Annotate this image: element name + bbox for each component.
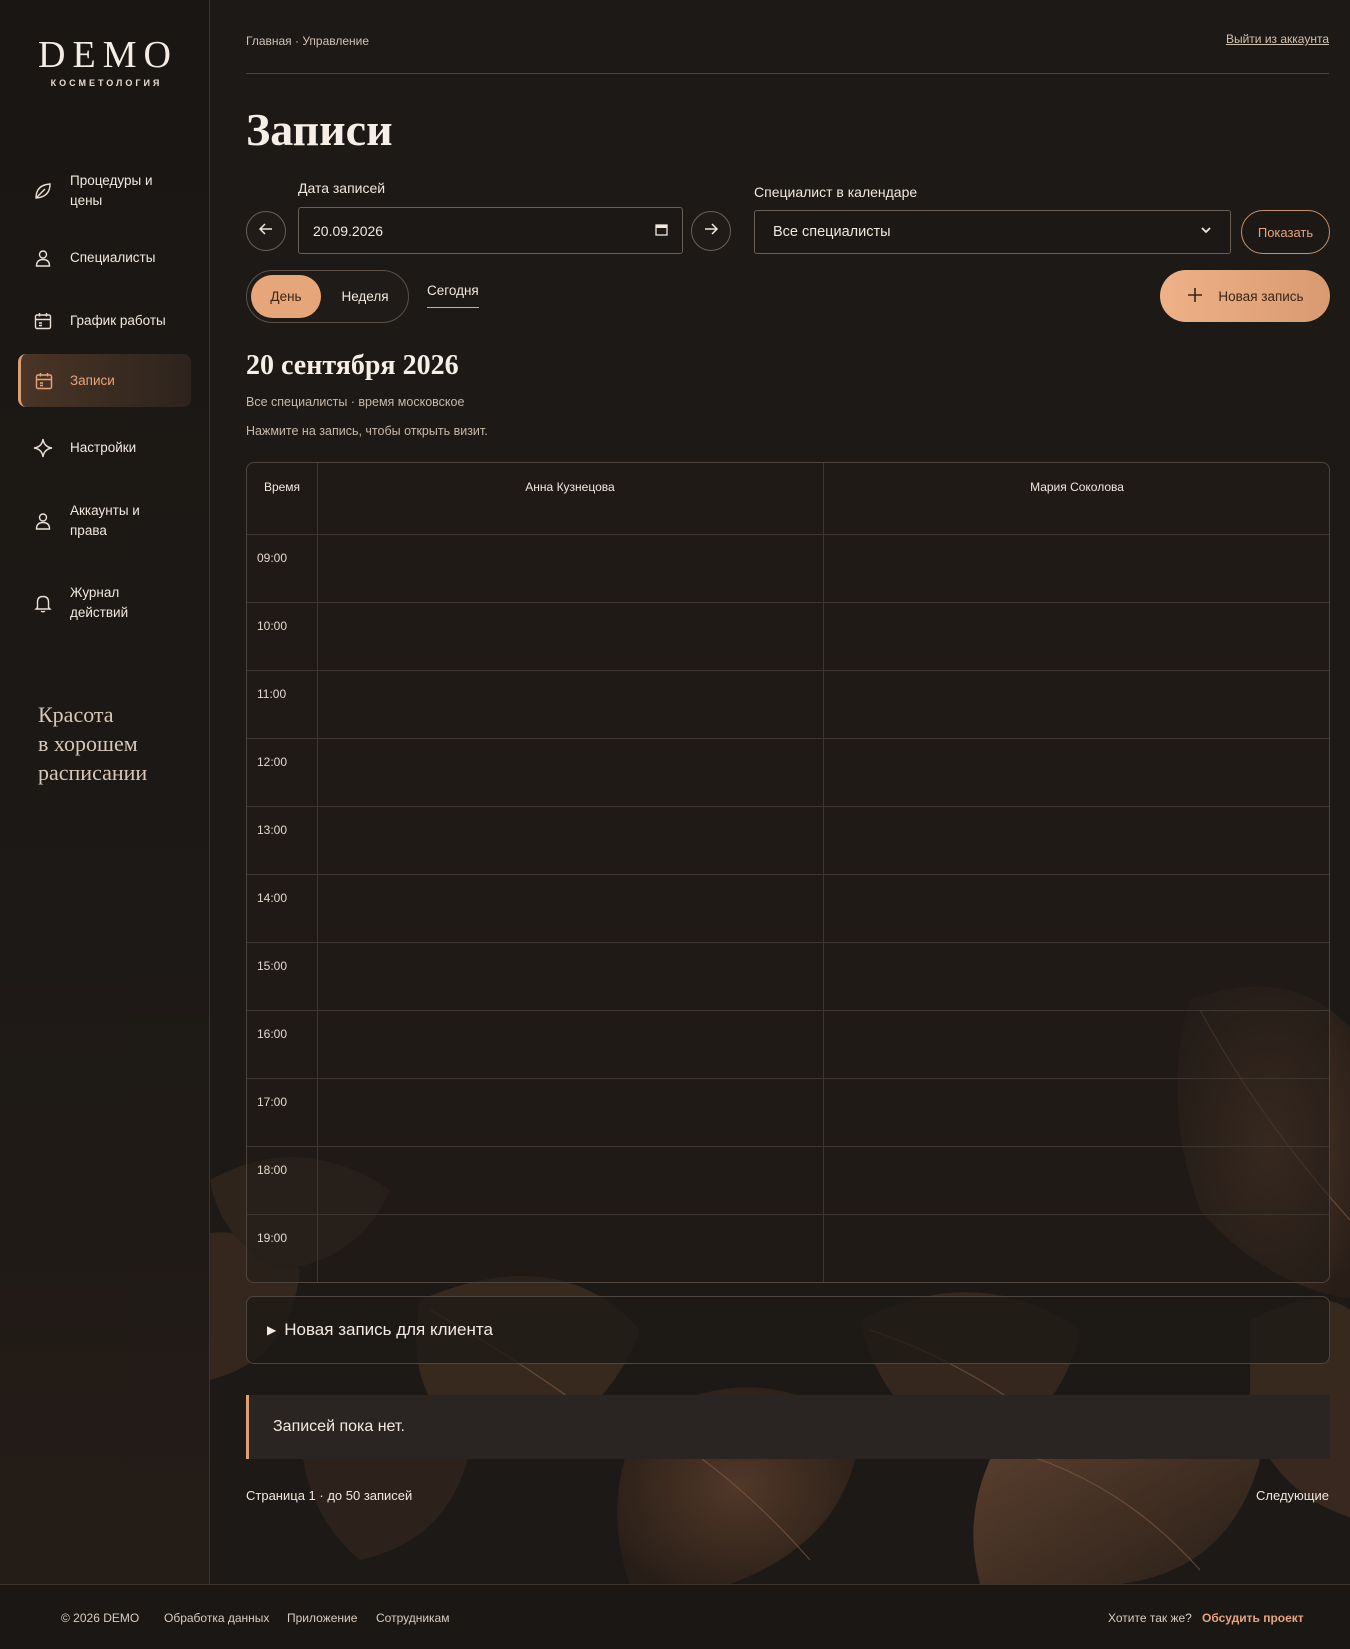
- sidebar-tagline: Красота в хорошем расписании: [38, 700, 147, 787]
- date-input[interactable]: 20.09.2026: [298, 207, 683, 254]
- prev-day-button[interactable]: [246, 211, 286, 251]
- sidebar-item-activity-log[interactable]: Журнал действий: [18, 572, 191, 634]
- time-slot-row[interactable]: 19:00: [247, 1214, 1329, 1282]
- sidebar-item-procedures[interactable]: Процедуры и цены: [18, 160, 191, 222]
- new-appointment-button[interactable]: Новая запись: [1160, 270, 1330, 322]
- time-slot-label: 17:00: [257, 1095, 288, 1109]
- sidebar-item-label: Специалисты: [70, 250, 156, 265]
- logo[interactable]: DEMO косметология: [0, 34, 210, 88]
- sidebar-item-label: Записи: [70, 372, 115, 388]
- sidebar-item-label: Аккаунты и права: [70, 503, 140, 538]
- time-slot-label: 16:00: [257, 1027, 288, 1041]
- time-slot-row[interactable]: 12:00: [247, 738, 1329, 806]
- time-slot-row[interactable]: 18:00: [247, 1146, 1329, 1214]
- logo-title: DEMO: [38, 34, 178, 76]
- view-day-button[interactable]: День: [251, 275, 321, 318]
- arrow-left-icon: [257, 220, 275, 243]
- user-icon: [32, 510, 54, 532]
- specialist-select[interactable]: Все специалисты: [754, 210, 1231, 254]
- time-slot-label: 12:00: [257, 755, 288, 769]
- breadcrumb[interactable]: Главная · Управление: [246, 34, 369, 48]
- triangle-right-icon: ▶: [267, 1323, 277, 1337]
- user-icon: [32, 247, 54, 269]
- footer-question: Хотите так же?: [1108, 1611, 1192, 1625]
- time-slot-row[interactable]: 10:00: [247, 602, 1329, 670]
- footer-cta-link[interactable]: Обсудить проект: [1202, 1611, 1304, 1625]
- sidebar-item-settings[interactable]: Настройки: [18, 428, 191, 468]
- footer-link-staff[interactable]: Сотрудникам: [376, 1611, 449, 1625]
- logo-subtitle: косметология: [50, 78, 163, 88]
- bell-icon: [32, 592, 54, 614]
- time-slot-row[interactable]: 17:00: [247, 1078, 1329, 1146]
- arrow-right-icon: [702, 220, 720, 243]
- specialist-label: Специалист в календаре: [754, 184, 918, 200]
- chevron-down-icon: [1200, 224, 1212, 240]
- tagline-line: расписании: [38, 760, 148, 785]
- schedule-date-heading: 20 сентября 2026: [246, 350, 459, 381]
- sidebar-item-label: График работы: [70, 313, 166, 328]
- time-slot-label: 19:00: [257, 1231, 288, 1245]
- footer: © 2026 DEMO Обработка данных Приложение …: [0, 1584, 1350, 1649]
- calendar-icon: [32, 310, 54, 332]
- new-client-appointment-toggle[interactable]: ▶ Новая запись для клиента: [246, 1296, 1330, 1364]
- plus-icon: [1186, 286, 1204, 307]
- time-column-header: Время: [263, 480, 301, 494]
- footer-link-app[interactable]: Приложение: [287, 1611, 357, 1625]
- leaf-icon: [32, 180, 54, 202]
- schedule-hint: Нажмите на запись, чтобы открыть визит.: [246, 424, 488, 438]
- next-day-button[interactable]: [691, 211, 731, 251]
- logout-link[interactable]: Выйти из аккаунта: [1226, 32, 1329, 46]
- tagline-line: Красота: [38, 702, 114, 727]
- time-slot-label: 13:00: [257, 823, 288, 837]
- specialist-column-header: Анна Кузнецова: [525, 480, 615, 494]
- pagination-info: Страница 1 · до 50 записей: [246, 1488, 413, 1503]
- time-slot-row[interactable]: 13:00: [247, 806, 1329, 874]
- sidebar-item-label: Журнал действий: [70, 585, 129, 620]
- calendar-picker-icon[interactable]: [655, 223, 668, 239]
- view-week-button[interactable]: Неделя: [325, 275, 405, 318]
- new-appointment-label: Новая запись: [1218, 288, 1304, 304]
- sidebar-item-work-schedule[interactable]: График работы: [18, 301, 191, 341]
- sparkle-icon: [32, 437, 54, 459]
- empty-state-message: Записей пока нет.: [246, 1395, 1330, 1459]
- time-slot-label: 10:00: [257, 619, 288, 633]
- time-slot-row[interactable]: 16:00: [247, 1010, 1329, 1078]
- sidebar-item-appointments[interactable]: Записи: [18, 354, 191, 407]
- specialist-select-value: Все специалисты: [773, 224, 891, 240]
- calendar-icon: [33, 370, 55, 392]
- sidebar-item-label: Настройки: [70, 440, 137, 455]
- sidebar-item-label: Процедуры и цены: [70, 173, 153, 208]
- pagination-next-link[interactable]: Следующие: [1256, 1488, 1329, 1503]
- sidebar-item-accounts[interactable]: Аккаунты и права: [18, 490, 191, 552]
- show-button[interactable]: Показать: [1241, 210, 1330, 254]
- topbar: Главная · Управление Выйти из аккаунта: [246, 32, 1329, 74]
- time-slot-row[interactable]: 15:00: [247, 942, 1329, 1010]
- tagline-line: в хорошем: [38, 731, 138, 756]
- footer-copyright: © 2026 DEMO: [61, 1611, 140, 1625]
- new-client-appointment-label: Новая запись для клиента: [284, 1320, 493, 1339]
- specialist-column-header: Мария Соколова: [1030, 480, 1124, 494]
- sidebar-item-specialists[interactable]: Специалисты: [18, 238, 191, 278]
- date-label: Дата записей: [298, 180, 386, 196]
- time-slot-row[interactable]: 11:00: [247, 670, 1329, 738]
- time-slot-label: 18:00: [257, 1163, 288, 1177]
- time-slot-label: 14:00: [257, 891, 288, 905]
- page-title: Записи: [246, 104, 393, 155]
- date-value: 20.09.2026: [313, 222, 384, 239]
- today-link[interactable]: Сегодня: [427, 283, 479, 308]
- time-slot-row[interactable]: 09:00: [247, 534, 1329, 602]
- footer-link-data-processing[interactable]: Обработка данных: [164, 1611, 269, 1625]
- schedule-meta: Все специалисты · время московское: [246, 395, 465, 409]
- day-calendar: Время Анна Кузнецова Мария Соколова 09:0…: [246, 462, 1330, 1283]
- time-slot-label: 15:00: [257, 959, 288, 973]
- calendar-header: Время Анна Кузнецова Мария Соколова: [247, 463, 1329, 534]
- sidebar: DEMO косметология Процедуры и цены Специ…: [0, 0, 210, 1584]
- time-slot-row[interactable]: 14:00: [247, 874, 1329, 942]
- time-slot-label: 09:00: [257, 551, 288, 565]
- view-toggle: День Неделя: [246, 270, 409, 323]
- time-slot-label: 11:00: [257, 687, 287, 701]
